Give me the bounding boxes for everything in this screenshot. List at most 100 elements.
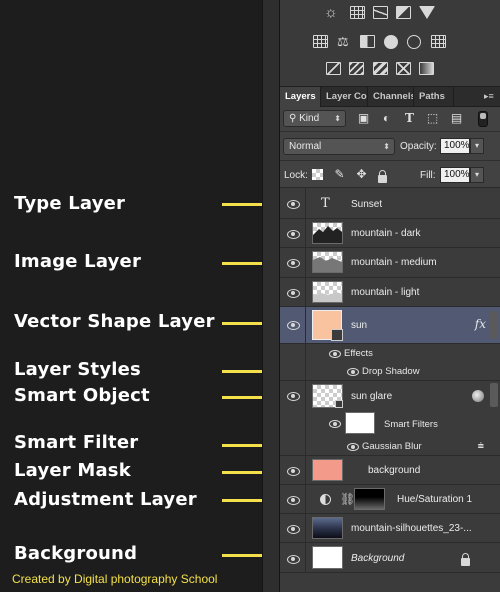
- visibility-eye-icon[interactable]: [285, 229, 301, 239]
- posterize-icon[interactable]: [349, 62, 364, 75]
- mountain-light-thumb-icon: [313, 292, 342, 302]
- panel-tabs: Layers Layer Co Channels Paths ▸≡: [280, 86, 500, 107]
- filter-row: ⚲ Kind ⬍ ▣ ◐ T ⬚ ▤: [280, 107, 500, 131]
- layer-thumbnail: [312, 384, 343, 408]
- exposure-icon[interactable]: [396, 6, 411, 19]
- color-lookup-icon[interactable]: [431, 35, 446, 48]
- visibility-eye-icon[interactable]: [285, 554, 301, 564]
- curves-icon[interactable]: [373, 6, 388, 19]
- annotation-background: Background: [14, 543, 138, 564]
- link-chain-icon[interactable]: ⛓: [340, 492, 355, 506]
- filter-smart-object-icon[interactable]: ▤: [450, 112, 463, 125]
- visibility-eye-icon[interactable]: [285, 391, 301, 401]
- fill-field[interactable]: 100%: [440, 167, 470, 183]
- lock-paint-brush-icon[interactable]: ✎: [333, 168, 346, 181]
- lock-transparent-icon[interactable]: [312, 169, 323, 180]
- opacity-field[interactable]: 100%: [440, 138, 470, 154]
- layer-name: mountain - dark: [351, 228, 421, 239]
- layer-name: background: [368, 465, 421, 476]
- layer-row-mountain-light[interactable]: mountain - light: [280, 278, 500, 307]
- smart-filters-label: Smart Filters: [384, 419, 438, 430]
- gradient-map-icon[interactable]: [419, 62, 434, 75]
- opacity-dropdown[interactable]: ▾: [470, 138, 484, 154]
- lock-all-icon[interactable]: [378, 170, 387, 183]
- layer-row-sun[interactable]: sun fx: [280, 307, 500, 344]
- layer-effects-fx-icon[interactable]: fx: [475, 317, 486, 331]
- gaussian-blur-visibility-icon[interactable]: [346, 443, 360, 452]
- scrollbar-thumb[interactable]: [490, 383, 498, 407]
- smart-filters-row[interactable]: Smart Filters: [280, 410, 500, 438]
- filter-type-icon[interactable]: T: [403, 112, 416, 125]
- layer-row-mountain-dark[interactable]: mountain - dark: [280, 219, 500, 248]
- smart-filters-visibility-icon[interactable]: [328, 420, 342, 429]
- blend-mode-select[interactable]: Normal ⬍: [283, 138, 395, 155]
- black-white-icon[interactable]: [360, 35, 375, 48]
- row-divider: [305, 438, 306, 455]
- mountain-medium-thumb-icon: [313, 257, 342, 272]
- threshold-icon[interactable]: [373, 62, 388, 75]
- layer-row-sunset[interactable]: T Sunset: [280, 188, 500, 219]
- blending-options-icon[interactable]: ⩧: [478, 440, 484, 453]
- layer-name: Background: [351, 553, 405, 564]
- vibrance-icon[interactable]: [419, 6, 435, 19]
- vector-mask-icon: [331, 329, 343, 341]
- scrollbar-thumb[interactable]: [490, 311, 498, 339]
- layer-thumbnail: [312, 517, 343, 539]
- panel-dock-strip: [262, 0, 280, 592]
- layer-mask-thumbnail: [354, 488, 385, 510]
- adjustment-layer-icon: [320, 494, 331, 505]
- visibility-eye-icon[interactable]: [285, 288, 301, 298]
- layer-row-sun-glare[interactable]: sun glare: [280, 381, 500, 410]
- filter-toggle[interactable]: [478, 111, 488, 127]
- filter-pixel-icon[interactable]: ▣: [357, 112, 370, 125]
- effects-visibility-icon[interactable]: [328, 350, 342, 359]
- tab-layers[interactable]: Layers: [280, 87, 321, 107]
- fill-dropdown[interactable]: ▾: [470, 167, 484, 183]
- filter-adjustment-icon[interactable]: ◐: [380, 112, 393, 125]
- hue-saturation-icon[interactable]: [313, 35, 328, 48]
- annotation-adjustment-layer: Adjustment Layer: [14, 489, 197, 510]
- drop-shadow-visibility-icon[interactable]: [346, 368, 360, 377]
- layer-row-background[interactable]: Background: [280, 543, 500, 573]
- visibility-eye-icon[interactable]: [285, 320, 301, 330]
- visibility-eye-icon[interactable]: [285, 466, 301, 476]
- layer-row-mountain-medium[interactable]: mountain - medium: [280, 248, 500, 278]
- color-balance-icon[interactable]: ⚖: [337, 35, 352, 48]
- adjustments-row-3: [280, 62, 500, 82]
- gaussian-blur-row[interactable]: Gaussian Blur ⩧: [280, 438, 500, 456]
- layer-row-hue-saturation[interactable]: ⛓ Hue/Saturation 1: [280, 485, 500, 514]
- row-divider: [305, 248, 306, 277]
- brightness-icon[interactable]: ☼: [324, 5, 339, 20]
- blend-mode-value: Normal: [289, 141, 322, 152]
- visibility-eye-icon[interactable]: [285, 524, 301, 534]
- layer-name: mountain-silhouettes_23-...: [351, 523, 472, 534]
- invert-icon[interactable]: [326, 62, 341, 75]
- layer-row-background-masked[interactable]: background: [280, 456, 500, 485]
- effects-row[interactable]: Effects: [280, 344, 500, 363]
- photo-filter-icon[interactable]: [384, 35, 398, 49]
- tab-paths[interactable]: Paths: [414, 87, 454, 107]
- selective-color-icon[interactable]: [396, 62, 411, 75]
- drop-shadow-row[interactable]: Drop Shadow: [280, 363, 500, 381]
- visibility-eye-icon[interactable]: [285, 495, 301, 505]
- panel-menu-icon[interactable]: ▸≡: [484, 92, 496, 101]
- layer-thumbnail: [312, 459, 343, 481]
- lock-position-icon[interactable]: ✥: [355, 168, 368, 181]
- adjustments-row-1: ☼: [280, 5, 500, 26]
- adjustments-panel: ☼ ⚖: [280, 0, 500, 86]
- chevron-updown-icon: ⬍: [383, 142, 390, 151]
- visibility-eye-icon[interactable]: [285, 258, 301, 268]
- tab-channels[interactable]: Channels: [368, 87, 414, 107]
- layer-row-mountain-silhouettes[interactable]: mountain-silhouettes_23-...: [280, 514, 500, 543]
- filter-kind-select[interactable]: ⚲ Kind ⬍: [283, 110, 346, 127]
- visibility-eye-icon[interactable]: [285, 199, 301, 209]
- type-layer-icon: T: [321, 196, 330, 211]
- filter-shape-icon[interactable]: ⬚: [426, 112, 439, 125]
- levels-icon[interactable]: [350, 6, 365, 19]
- channel-mixer-icon[interactable]: [407, 35, 421, 49]
- annotation-layer-styles: Layer Styles: [14, 359, 141, 380]
- layer-thumbnail: [312, 251, 343, 273]
- tab-layer-comps[interactable]: Layer Co: [321, 87, 368, 107]
- lock-row: Lock: ✎ ✥ Fill: 100% ▾: [280, 160, 500, 188]
- layer-name: sun: [351, 320, 368, 331]
